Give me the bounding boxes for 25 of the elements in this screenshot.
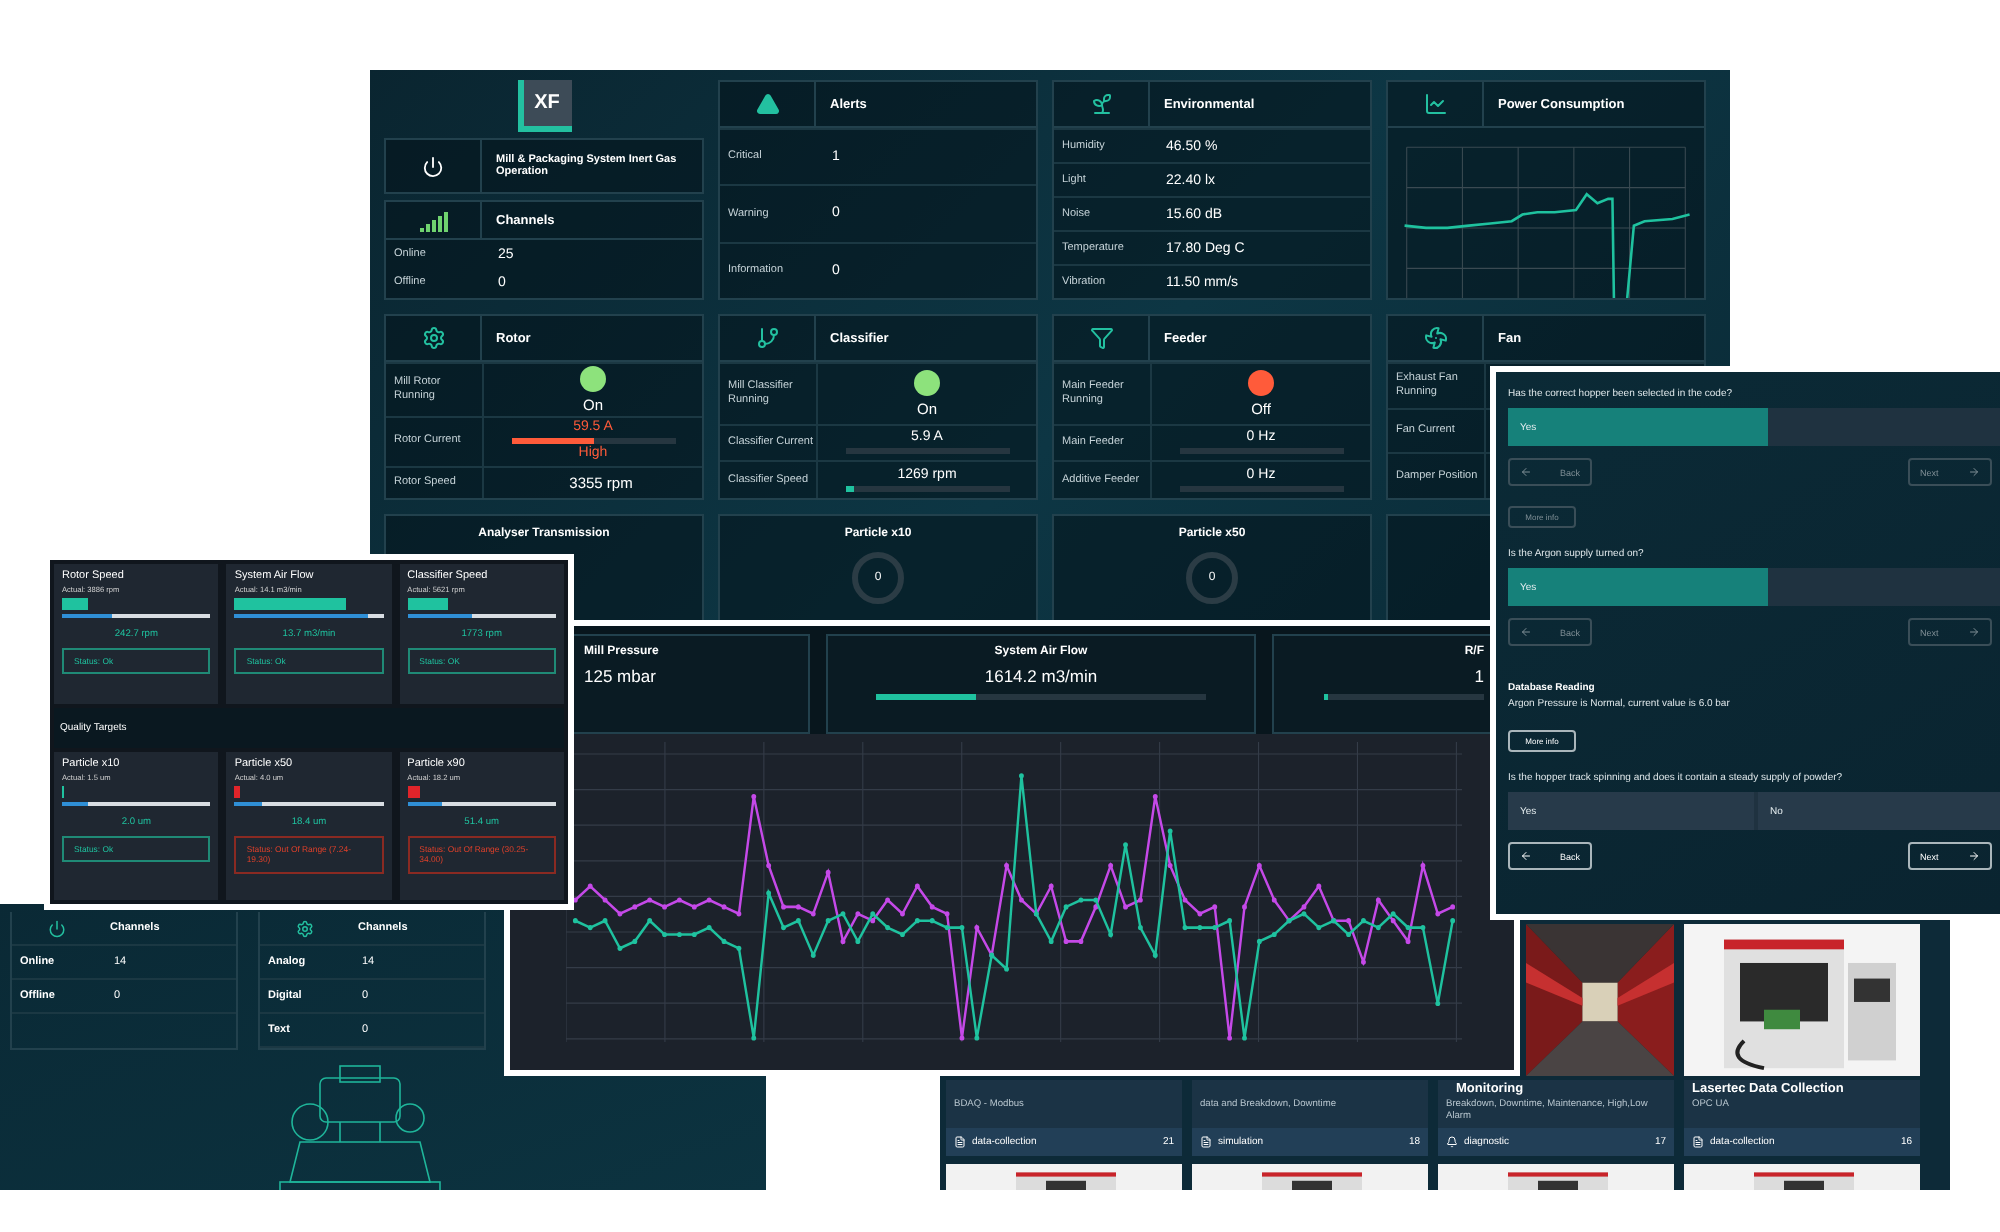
arrow-right-icon — [1968, 466, 1980, 478]
fan-icon — [1423, 326, 1447, 350]
arrow-right-icon — [1968, 850, 1980, 862]
branch-icon — [755, 326, 779, 350]
power-icon — [422, 155, 444, 177]
gear-icon — [421, 326, 445, 350]
tile-value: 125 mbar — [584, 666, 656, 686]
warning-icon — [755, 92, 779, 116]
arrow-left-icon — [1520, 626, 1532, 638]
arrow-left-icon — [1520, 466, 1532, 478]
tile-value: 1 — [1474, 666, 1484, 686]
sprout-icon — [1089, 92, 1113, 116]
arrow-left-icon — [1520, 850, 1532, 862]
document-icon — [954, 1136, 966, 1148]
power-icon — [48, 919, 66, 937]
line-chart-icon — [1423, 92, 1447, 116]
gear-icon — [296, 919, 314, 937]
document-icon — [1692, 1136, 1704, 1148]
arrow-right-icon — [1968, 626, 1980, 638]
document-icon — [1200, 1136, 1212, 1148]
bell-icon — [1446, 1136, 1458, 1148]
tile-value: 1614.2 m3/min — [984, 666, 1098, 686]
signal-bars-icon — [419, 209, 447, 231]
logo: XF — [517, 80, 571, 132]
funnel-icon — [1089, 326, 1113, 350]
